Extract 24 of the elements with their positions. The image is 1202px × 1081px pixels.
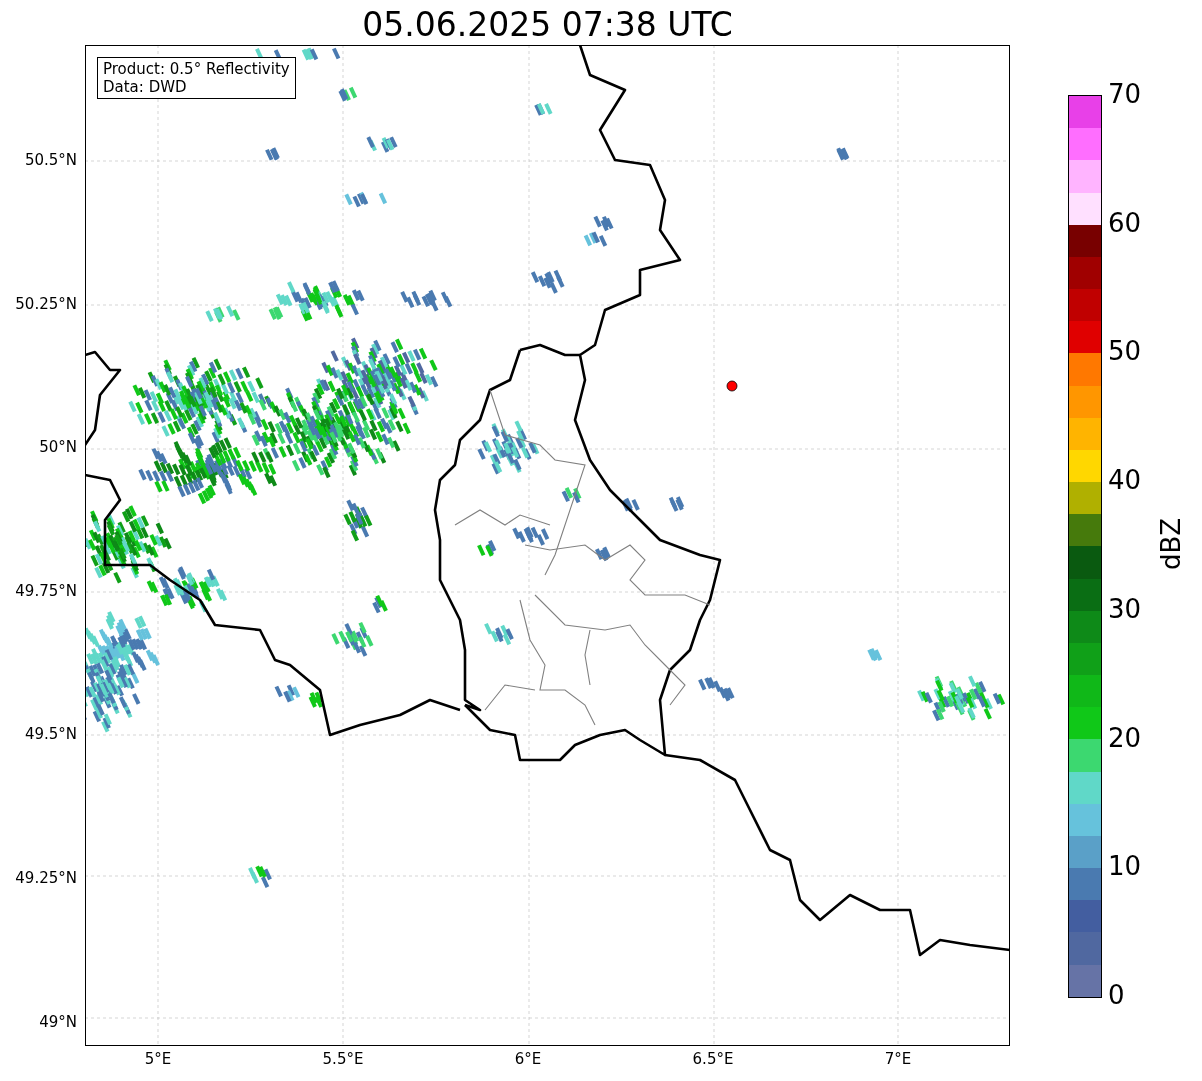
info-text: Data: DWD	[103, 78, 188, 96]
longitude-label: 6.5°E	[692, 1052, 734, 1067]
latitude-label: 49°N	[39, 1014, 77, 1030]
scale-label: 30	[1108, 595, 1142, 622]
latitude-label: 50°N	[39, 440, 77, 456]
longitude-label: 6°E	[514, 1052, 542, 1067]
latitude-label: 50.5°N	[24, 153, 77, 168]
latitude-label: 49.5°N	[24, 727, 77, 743]
scale-label: 10	[1108, 853, 1142, 880]
scale-label: 0	[1108, 982, 1125, 1008]
longitude-label: 5.5°E	[322, 1052, 364, 1067]
scale-label: 20	[1108, 724, 1142, 751]
scale-title: dBZ	[1158, 517, 1185, 571]
scale-label: 50	[1108, 338, 1142, 365]
scale-label: 60	[1108, 209, 1142, 236]
latitude-label: 49.75°N	[15, 583, 77, 599]
chart-title: 05.06.2025 07:38 UTC	[362, 5, 733, 45]
longitude-label: 7°E	[884, 1052, 912, 1067]
info-text: Product: 0.5° Reflectivity	[103, 60, 290, 78]
latitude-label: 50.25°N	[15, 296, 77, 312]
scale-label: 40	[1108, 467, 1142, 494]
scale-label: 70	[1108, 81, 1142, 107]
latitude-label: 49.25°N	[15, 871, 77, 886]
longitude-label: 5°E	[144, 1052, 172, 1067]
